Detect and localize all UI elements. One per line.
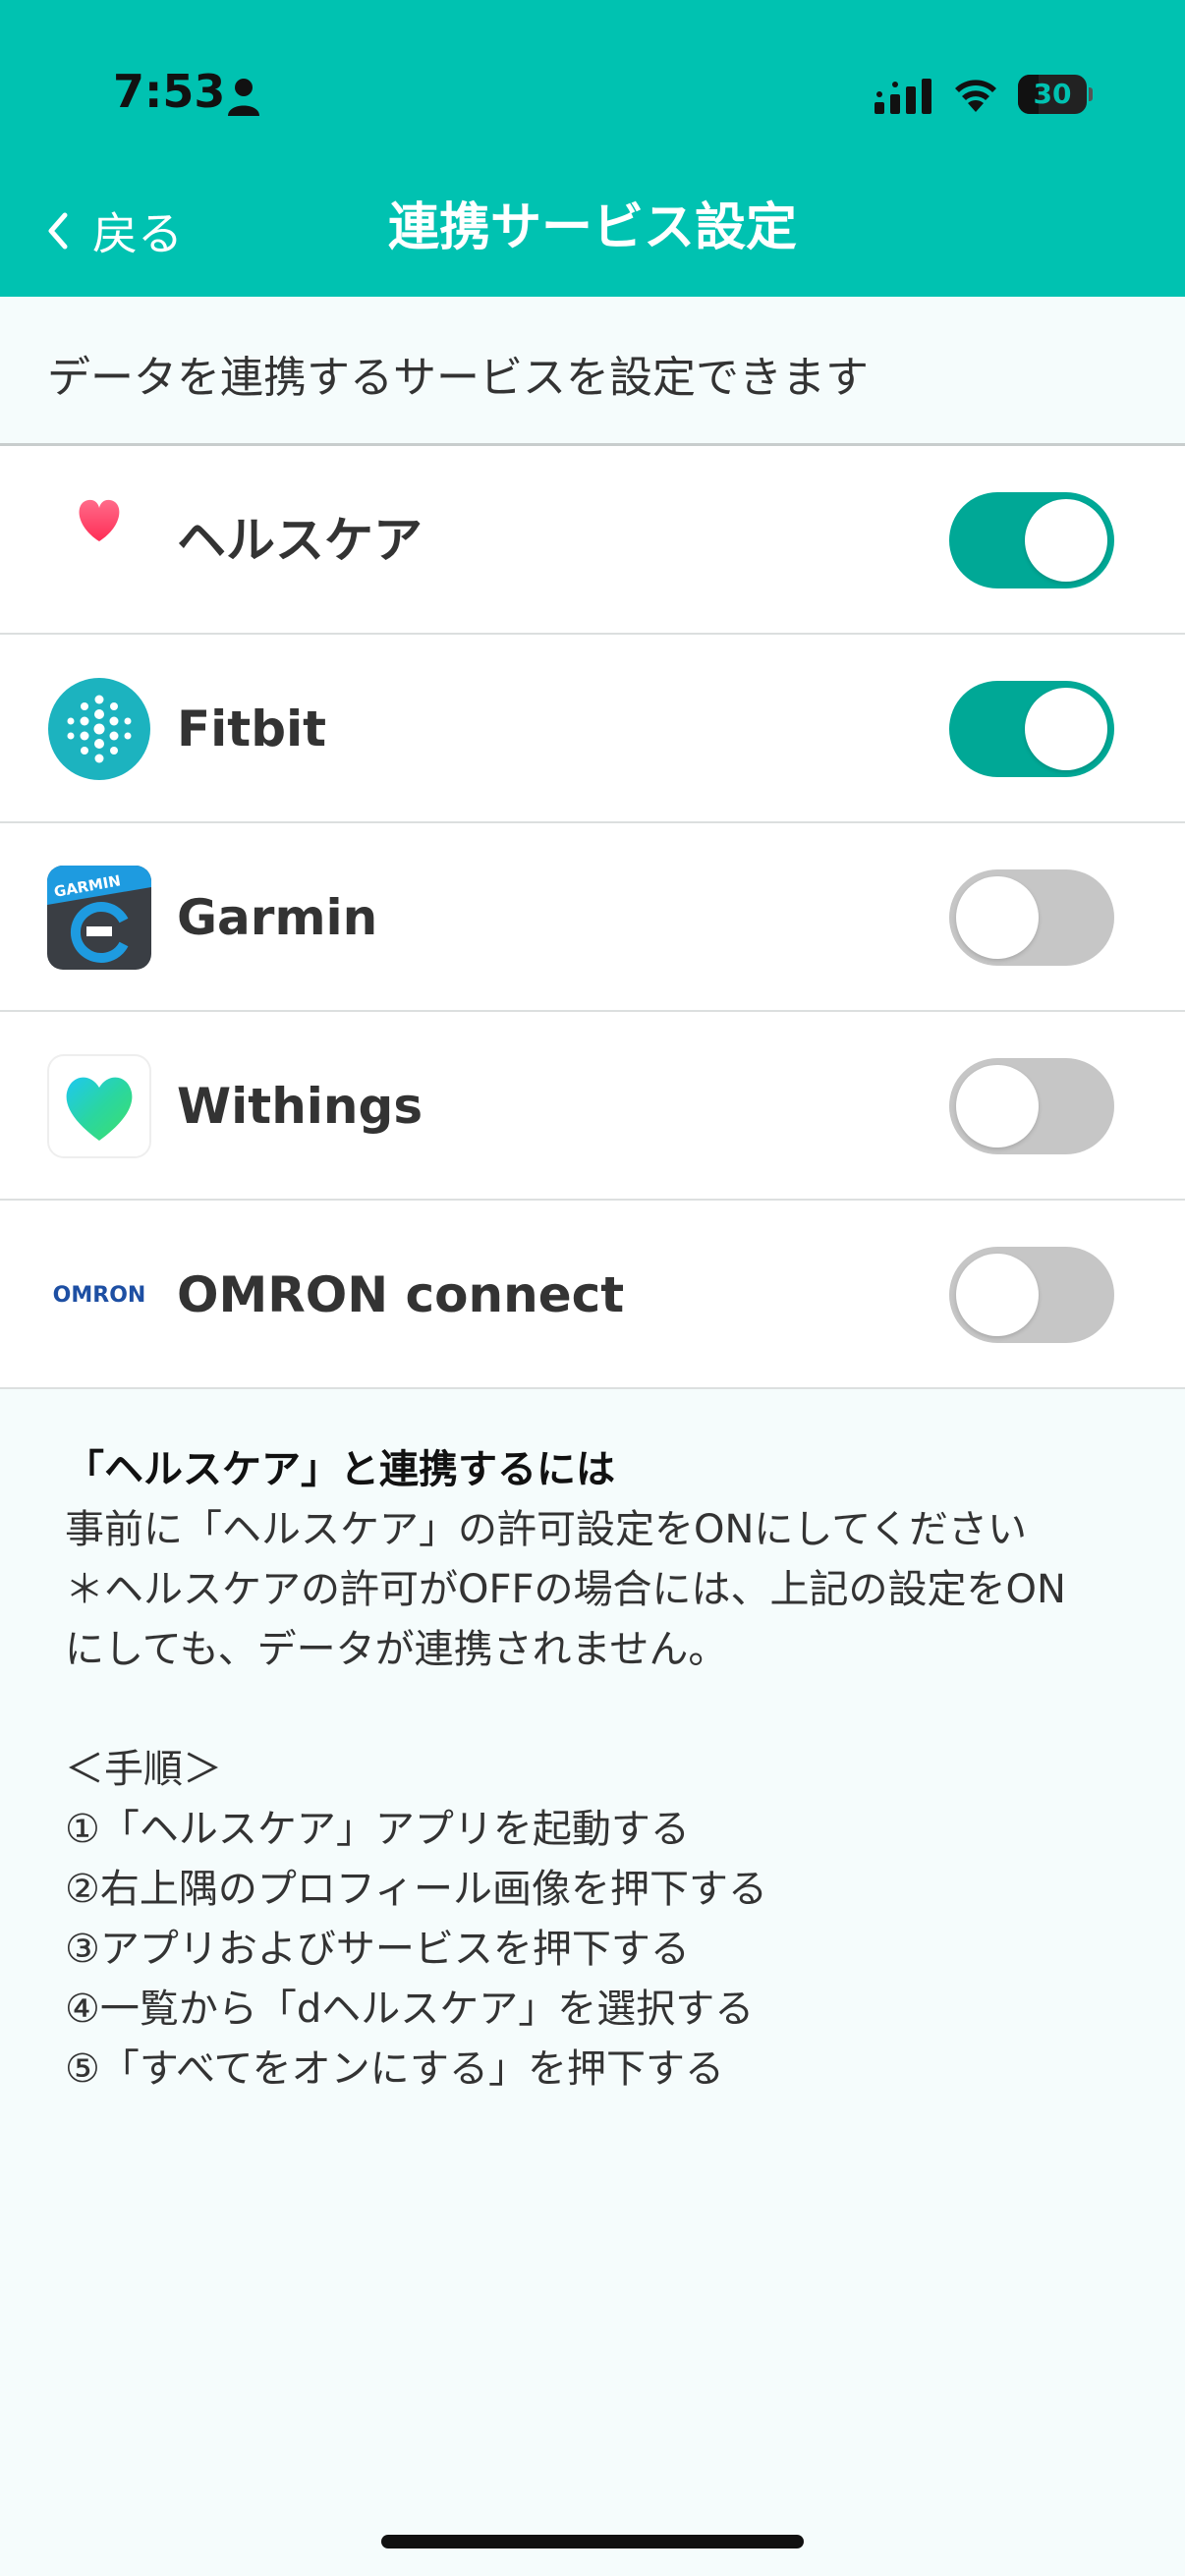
service-name: OMRON connect bbox=[177, 1266, 625, 1323]
service-row-healthcare: ヘルスケア bbox=[0, 446, 1185, 635]
header-bar: 7:53 30 戻る 連携サービス設定 bbox=[0, 0, 1185, 297]
step-item: ⑤「すべてをオンにする」を押下する bbox=[65, 2046, 725, 2092]
instructions-line: 事前に「ヘルスケア」の許可設定をONにしてください bbox=[65, 1507, 1028, 1552]
steps-title: ＜手順＞ bbox=[65, 1747, 222, 1792]
battery-indicator: 30 bbox=[1018, 75, 1093, 116]
omron-logo-icon: OMRON bbox=[53, 1283, 146, 1308]
service-list: ヘルスケア Fitbit GARMIN Garmin Withings OMRO… bbox=[0, 446, 1185, 1389]
chevron-left-icon bbox=[48, 212, 68, 250]
toggle-withings[interactable] bbox=[949, 1058, 1114, 1154]
step-item: ②右上隅のプロフィール画像を押下する bbox=[65, 1867, 768, 1912]
step-item: ④一覧から「dヘルスケア」を選択する bbox=[65, 1987, 755, 2032]
heart-icon bbox=[79, 499, 120, 541]
service-row-fitbit: Fitbit bbox=[0, 635, 1185, 823]
service-name: Garmin bbox=[177, 889, 378, 946]
service-row-omron: OMRON OMRON connect bbox=[0, 1201, 1185, 1389]
garmin-logo-icon: GARMIN bbox=[47, 866, 151, 970]
step-item: ③アプリおよびサービスを押下する bbox=[65, 1927, 690, 1972]
toggle-healthcare[interactable] bbox=[949, 492, 1114, 588]
instructions-line: にしても、データが連携されません。 bbox=[65, 1627, 728, 1672]
fitbit-logo-icon bbox=[48, 678, 150, 780]
withings-heart-icon bbox=[47, 1054, 151, 1158]
intro-section: データを連携するサービスを設定できます bbox=[0, 297, 1185, 446]
wifi-icon bbox=[955, 80, 996, 112]
back-label: 戻る bbox=[92, 207, 183, 260]
home-indicator bbox=[381, 2535, 804, 2548]
omron-logo-text: OMRON bbox=[53, 1283, 146, 1308]
service-row-garmin: GARMIN Garmin bbox=[0, 823, 1185, 1012]
toggle-fitbit[interactable] bbox=[949, 681, 1114, 777]
toggle-omron[interactable] bbox=[949, 1247, 1114, 1343]
instructions-line: ＊ヘルスケアの許可がOFFの場合には、上記の設定をON bbox=[65, 1567, 1066, 1612]
instructions-section: 「ヘルスケア」と連携するには 事前に「ヘルスケア」の許可設定をONにしてください… bbox=[65, 1440, 1146, 2100]
back-button[interactable]: 戻る bbox=[43, 196, 183, 265]
battery-level: 30 bbox=[1033, 78, 1072, 110]
instructions-heading: 「ヘルスケア」と連携するには bbox=[65, 1447, 615, 1492]
person-icon bbox=[228, 79, 259, 116]
intro-text: データを連携するサービスを設定できます bbox=[47, 353, 869, 403]
service-name: Fitbit bbox=[177, 700, 327, 757]
service-name: Withings bbox=[177, 1078, 423, 1135]
service-row-withings: Withings bbox=[0, 1012, 1185, 1201]
signal-icon bbox=[875, 79, 931, 114]
service-name: ヘルスケア bbox=[177, 512, 423, 569]
step-item: ①「ヘルスケア」アプリを起動する bbox=[65, 1807, 690, 1852]
toggle-garmin[interactable] bbox=[949, 869, 1114, 966]
status-time: 7:53 bbox=[113, 65, 226, 118]
